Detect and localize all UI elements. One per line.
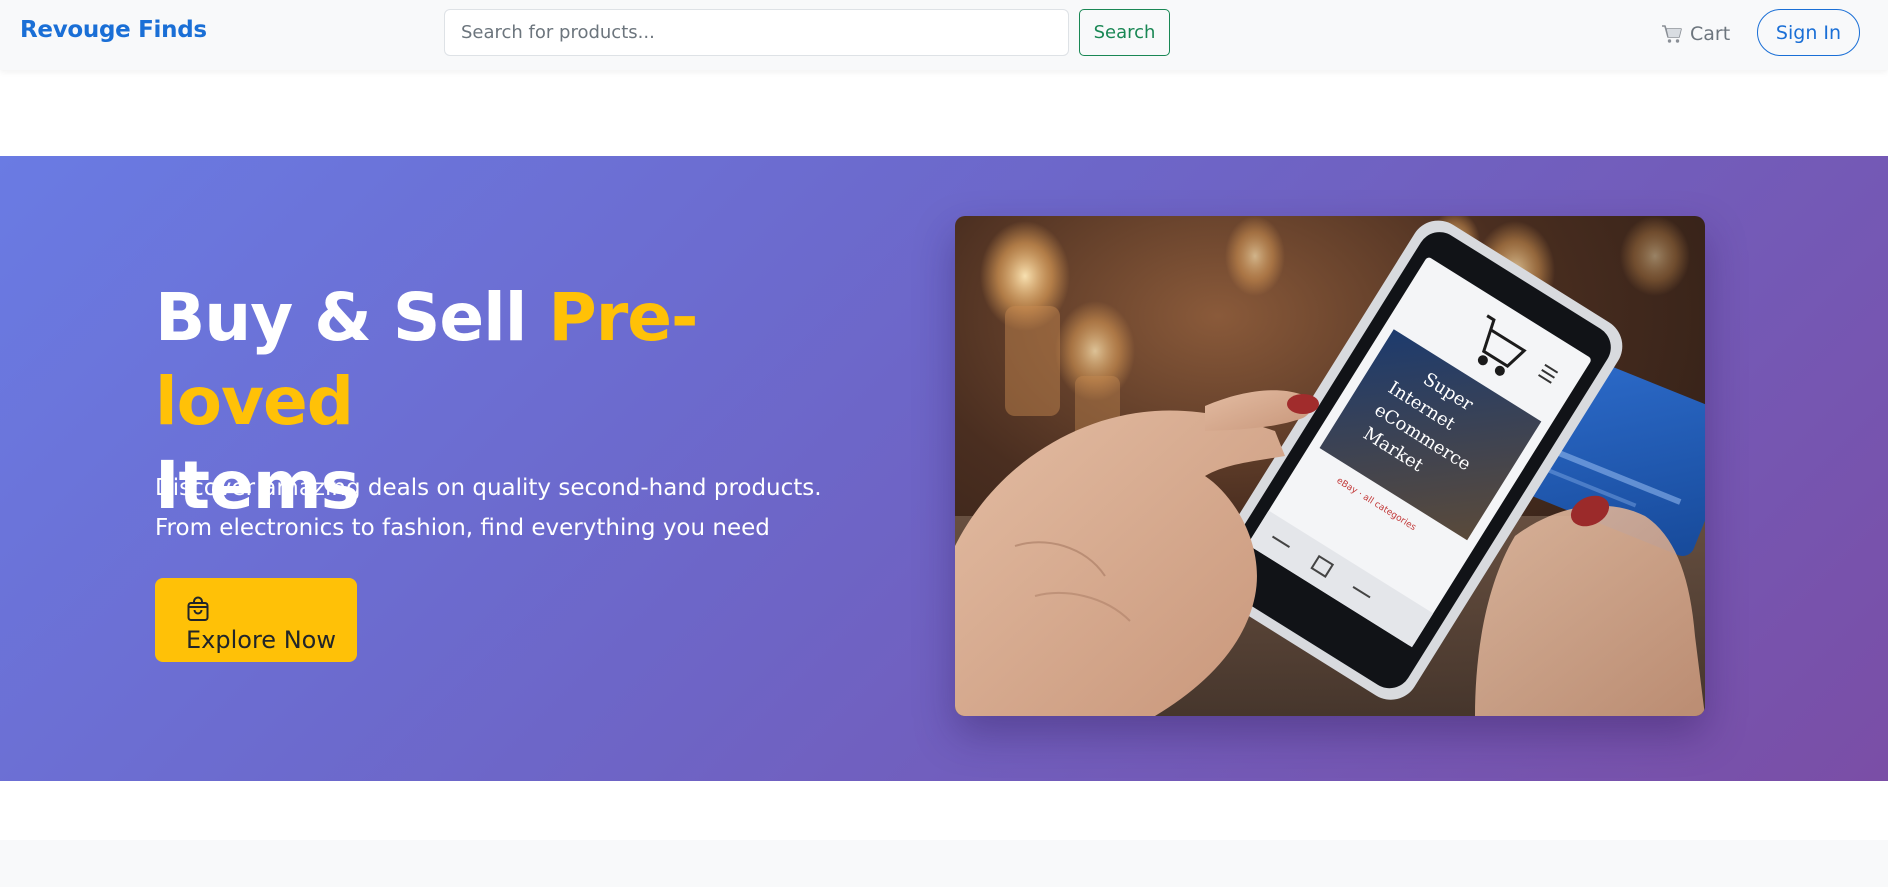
cart-link[interactable]: Cart xyxy=(1661,20,1730,48)
explore-now-label: Explore Now xyxy=(186,626,336,654)
search-input[interactable] xyxy=(444,9,1069,56)
navbar: Revouge Finds Search Cart Sign In xyxy=(0,0,1888,70)
cart-label: Cart xyxy=(1690,23,1731,45)
search-button[interactable]: Search xyxy=(1079,9,1170,56)
brand-logo[interactable]: Revouge Finds xyxy=(20,17,207,43)
hero-description: Discover amazing deals on quality second… xyxy=(155,475,822,541)
sign-in-button[interactable]: Sign In xyxy=(1757,9,1860,56)
cart-icon xyxy=(1661,24,1683,44)
hero-image: Super Internet eCommerce Market eBay · a… xyxy=(955,216,1705,716)
shopping-bag-icon xyxy=(186,596,210,622)
hero-title-part1: Buy & Sell xyxy=(155,279,549,356)
phone-shopping-photo: Super Internet eCommerce Market eBay · a… xyxy=(955,216,1705,716)
explore-now-button[interactable]: Explore Now xyxy=(155,578,357,662)
products-section xyxy=(0,840,1888,887)
hero-section: Buy & Sell Pre-loved Items Discover amazi… xyxy=(0,156,1888,781)
